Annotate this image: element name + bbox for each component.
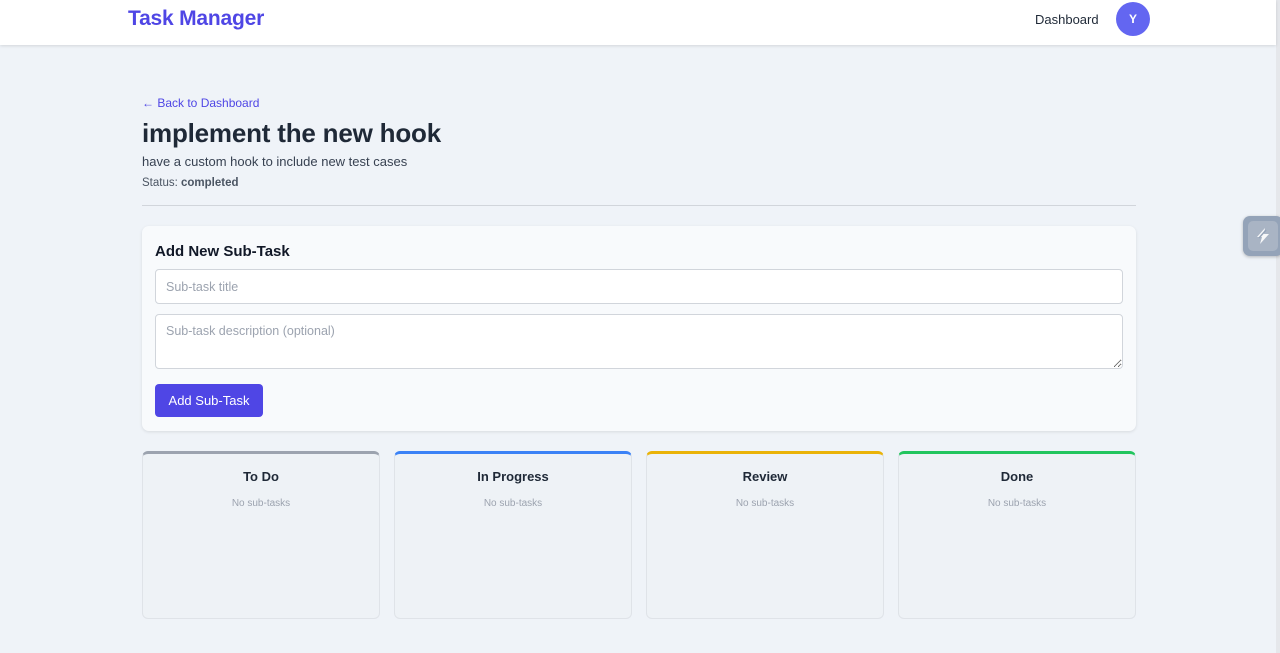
lightning-bolt-icon xyxy=(1248,221,1278,251)
app-brand[interactable]: Task Manager xyxy=(128,7,264,31)
kanban-board: To Do No sub-tasks In Progress No sub-ta… xyxy=(142,451,1136,619)
user-avatar[interactable]: Y xyxy=(1116,2,1150,36)
column-title: In Progress xyxy=(477,469,549,484)
column-empty-text: No sub-tasks xyxy=(735,498,795,509)
section-divider xyxy=(142,205,1136,206)
task-status: Status: completed xyxy=(142,177,239,189)
browser-extension-button[interactable] xyxy=(1243,216,1280,256)
add-subtask-form: Add New Sub-Task Add Sub-Task xyxy=(142,226,1136,431)
column-todo: To Do No sub-tasks xyxy=(142,451,380,619)
column-review: Review No sub-tasks xyxy=(646,451,884,619)
column-empty-text: No sub-tasks xyxy=(483,498,543,509)
column-title: Done xyxy=(1000,469,1034,484)
column-done: Done No sub-tasks xyxy=(898,451,1136,619)
subtask-description-input[interactable] xyxy=(155,314,1123,369)
page-scrollbar[interactable] xyxy=(1276,0,1280,653)
form-heading: Add New Sub-Task xyxy=(155,243,290,260)
column-empty-text: No sub-tasks xyxy=(987,498,1047,509)
column-in-progress: In Progress No sub-tasks xyxy=(394,451,632,619)
column-title: Review xyxy=(742,469,788,484)
dashboard-nav-link[interactable]: Dashboard xyxy=(1035,12,1099,27)
task-title: implement the new hook xyxy=(142,118,441,148)
column-empty-text: No sub-tasks xyxy=(231,498,291,509)
status-value: completed xyxy=(181,177,239,189)
subtask-title-input[interactable] xyxy=(155,269,1123,304)
task-description: have a custom hook to include new test c… xyxy=(142,154,408,169)
top-navbar: Task Manager Dashboard Y xyxy=(0,0,1276,45)
back-to-dashboard-link[interactable]: ← Back to Dashboard xyxy=(142,96,259,110)
add-subtask-button[interactable]: Add Sub-Task xyxy=(155,384,263,417)
column-title: To Do xyxy=(243,469,279,484)
status-label: Status: xyxy=(142,177,178,189)
